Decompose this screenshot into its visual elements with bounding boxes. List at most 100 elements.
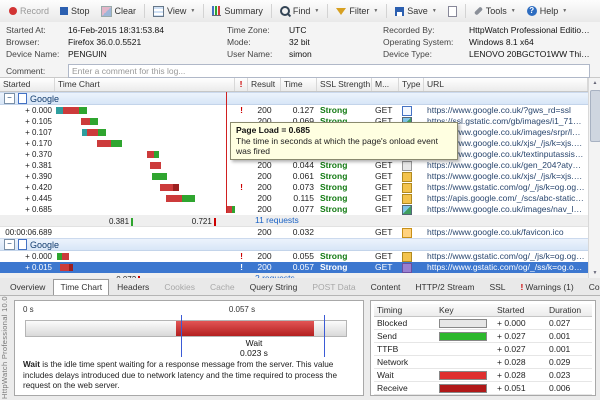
summary-button[interactable]: Summary	[207, 4, 268, 18]
grid-body: −Google+ 0.000!2000.127StrongGEThttps://…	[0, 92, 588, 279]
clear-button[interactable]: Clear	[96, 4, 142, 19]
info-field-value: 16-Feb-2015 18:31:53.84	[68, 25, 164, 37]
grid-scrollbar[interactable]: ▲ ▼	[588, 78, 600, 278]
method-cell: GET	[372, 204, 399, 215]
timing-bar-segment	[60, 264, 69, 271]
column-header-type[interactable]: Type	[399, 78, 424, 91]
result-cell: 200	[248, 227, 281, 238]
tab-comment[interactable]: Comment	[582, 279, 600, 295]
page-group-row[interactable]: −Google	[0, 238, 588, 251]
request-row[interactable]: + 0.6852000.077StrongGEThttps://www.goog…	[0, 204, 588, 215]
column-header-ssl-strength[interactable]: SSL Strength	[317, 78, 372, 91]
session-info-panel: Started At:16-Feb-2015 18:31:53.84Time Z…	[0, 22, 600, 78]
tab-warnings-1[interactable]: !Warnings (1)	[514, 279, 581, 295]
scroll-down-icon[interactable]: ▼	[589, 270, 600, 276]
timing-bar-segment	[160, 184, 173, 191]
timing-bar-segment	[232, 206, 235, 213]
tools-button[interactable]: Tools▼	[469, 4, 521, 18]
method-cell: GET	[372, 193, 399, 204]
summary-flag-marker	[214, 218, 216, 226]
request-row[interactable]: + 0.000!2000.055StrongGEThttps://www.gst…	[0, 251, 588, 262]
comment-input[interactable]	[68, 64, 590, 78]
tab-http-2-stream[interactable]: HTTP/2 Stream	[408, 279, 481, 295]
started-cell: 00:00:06.689	[0, 227, 55, 238]
timing-bar-segment	[90, 118, 98, 125]
timing-bar-area: Wait 0.023 s	[23, 315, 355, 359]
info-field-started-at: Started At:16-Feb-2015 18:31:53.84	[6, 25, 221, 37]
type-cell	[399, 227, 424, 238]
result-cell: 200	[248, 182, 281, 193]
summary-time-mark: 0.721	[192, 216, 216, 226]
tab-ssl[interactable]: SSL	[482, 279, 512, 295]
column-header-m[interactable]: M...	[372, 78, 399, 91]
js-type-icon	[402, 172, 412, 182]
started-cell: + 0.170	[0, 138, 55, 149]
chevron-down-icon: ▼	[432, 8, 437, 14]
method-cell: GET	[372, 105, 399, 116]
time-chart-cell	[55, 105, 235, 116]
info-field-label: Operating System:	[383, 37, 469, 49]
ssl-strength-cell: Strong	[317, 193, 372, 204]
type-cell	[399, 160, 424, 171]
request-row[interactable]: + 0.420!2000.073StrongGEThttps://www.gst…	[0, 182, 588, 193]
grid-header: StartedTime Chart!ResultTimeSSL Strength…	[0, 78, 588, 92]
column-header-[interactable]: !	[235, 78, 248, 91]
page-group-row[interactable]: −Google	[0, 92, 588, 105]
find-button[interactable]: Find▼	[275, 4, 324, 18]
tab-cookies[interactable]: Cookies	[157, 279, 202, 295]
page-load-marker-line	[226, 92, 227, 213]
timing-column-header-started: Started	[494, 305, 546, 315]
started-cell: + 0.105	[0, 116, 55, 127]
tab-headers[interactable]: Headers	[110, 279, 156, 295]
timing-key-swatch	[439, 371, 487, 380]
column-header-result[interactable]: Result	[248, 78, 281, 91]
summary-started-cell	[0, 215, 55, 226]
help-button[interactable]: ?Help▼	[522, 4, 572, 18]
request-row[interactable]: + 0.015!2000.057StrongGEThttps://www.gst…	[0, 262, 588, 273]
tooltip-title: Page Load = 0.685	[236, 125, 452, 135]
column-header-started[interactable]: Started	[0, 78, 55, 91]
tab-query-string[interactable]: Query String	[243, 279, 305, 295]
tab-overview[interactable]: Overview	[3, 279, 52, 295]
time-chart-cell	[55, 138, 235, 149]
view-button[interactable]: View▼	[148, 4, 200, 19]
collapse-expander-icon[interactable]: −	[4, 239, 15, 250]
page-button[interactable]	[443, 4, 462, 19]
wait-label: Wait	[183, 338, 325, 348]
column-header-time-chart[interactable]: Time Chart	[55, 78, 235, 91]
request-row[interactable]: + 0.3812000.044StrongGEThttps://www.goog…	[0, 160, 588, 171]
ssl-strength-cell: Strong	[317, 160, 372, 171]
info-field-label: Device Name:	[6, 49, 68, 61]
wait-annotation: Wait 0.023 s	[183, 338, 325, 358]
tab-time-chart[interactable]: Time Chart	[53, 279, 109, 295]
column-header-url[interactable]: URL	[424, 78, 588, 91]
stop-button[interactable]: Stop	[55, 4, 95, 18]
filter-button[interactable]: Filter▼	[331, 4, 383, 18]
detail-tab-bar: OverviewTime ChartHeadersCookiesCacheQue…	[0, 278, 600, 296]
timing-duration-cell: 0.023	[546, 370, 592, 380]
scroll-up-icon[interactable]: ▲	[589, 80, 600, 86]
request-row[interactable]: + 0.3902000.061StrongGEThttps://www.goog…	[0, 171, 588, 182]
summary-time-mark: 0.381	[109, 216, 133, 226]
request-timing-bar	[60, 264, 73, 271]
request-row[interactable]: + 0.4452000.115StrongGEThttps://apis.goo…	[0, 193, 588, 204]
tab-content[interactable]: Content	[364, 279, 408, 295]
save-button[interactable]: Save▼	[390, 4, 441, 18]
summary-button-label: Summary	[224, 6, 263, 16]
scroll-thumb[interactable]	[590, 90, 600, 142]
column-header-time[interactable]: Time	[281, 78, 317, 91]
started-cell: + 0.000	[0, 251, 55, 262]
request-row[interactable]: + 0.000!2000.127StrongGEThttps://www.goo…	[0, 105, 588, 116]
timing-row: Blocked+ 0.0000.027	[374, 317, 592, 330]
info-field-value: PENGUIN	[68, 49, 107, 61]
record-button[interactable]: Record	[4, 4, 54, 18]
tab-cache[interactable]: Cache	[203, 279, 242, 295]
request-row[interactable]: 00:00:06.6892000.032GEThttps://www.googl…	[0, 227, 588, 238]
collapse-expander-icon[interactable]: −	[4, 93, 15, 104]
request-timing-bar	[147, 151, 159, 158]
time-cell: 0.057	[281, 262, 317, 273]
tools-icon	[474, 6, 483, 15]
tab-post-data[interactable]: POST Data	[305, 279, 362, 295]
result-cell: 200	[248, 171, 281, 182]
result-cell: 200	[248, 262, 281, 273]
